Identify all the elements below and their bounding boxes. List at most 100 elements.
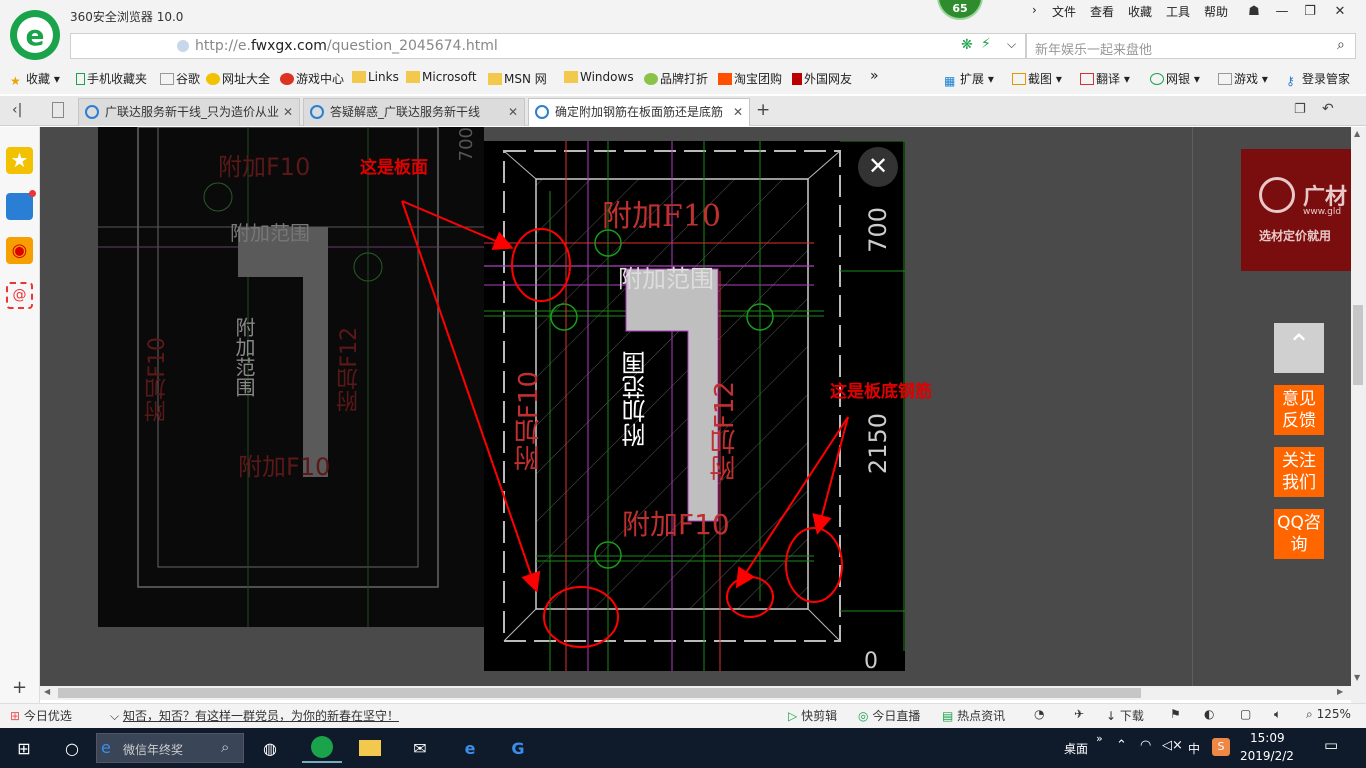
bookmark-mobile[interactable]: 手机收藏夹 <box>76 70 147 87</box>
vertical-scrollbar[interactable]: ▲ ▼ <box>1351 127 1366 706</box>
qq-consult-button[interactable]: QQ咨询 <box>1274 509 1324 559</box>
scroll-up-icon[interactable]: ▲ <box>1354 129 1360 138</box>
site-info-icon[interactable] <box>177 40 189 52</box>
menu-view[interactable]: 查看 <box>1090 3 1114 20</box>
more-bookmarks-icon[interactable]: » <box>870 68 879 84</box>
tab-gld-home[interactable]: 广联达服务新干线_只为造价从业 ✕ <box>78 98 300 126</box>
bookmark-hao[interactable]: 网址大全 <box>206 70 270 87</box>
taskbar-explorer-icon[interactable] <box>350 733 390 763</box>
address-dropdown-icon[interactable]: ⌵ <box>1007 37 1016 52</box>
taskbar-more-icon[interactable]: » <box>1096 732 1103 745</box>
bookmark-favorites[interactable]: ★ 收藏 ▾ <box>10 70 60 88</box>
status-flag-icon[interactable]: ⚑ <box>1170 707 1181 721</box>
horizontal-scroll-thumb[interactable] <box>58 688 1141 698</box>
bookmark-msn[interactable]: MSN 网 <box>488 70 547 87</box>
scroll-left-icon[interactable]: ◀ <box>44 687 50 696</box>
mobile-tab-icon[interactable] <box>52 102 64 118</box>
taskbar-360-browser-icon[interactable] <box>302 733 342 763</box>
maximize-button[interactable]: ❐ <box>1296 2 1324 22</box>
tool-translate[interactable]: 翻译 ▾ <box>1080 70 1130 87</box>
windows-start-icon[interactable]: ⊞ <box>4 733 44 763</box>
horizontal-scrollbar[interactable]: ◀ ▶ <box>40 686 1351 700</box>
news-icon[interactable] <box>6 190 36 220</box>
cortana-icon[interactable]: ○ <box>52 733 92 763</box>
menu-favorites[interactable]: 收藏 <box>1128 3 1152 20</box>
follow-us-button[interactable]: 关注我们 <box>1274 447 1324 497</box>
back-to-top-button[interactable]: ⌃ <box>1274 323 1324 373</box>
undo-close-icon[interactable]: ↶ <box>1322 101 1334 117</box>
tool-screenshot[interactable]: 截图 ▾ <box>1012 70 1062 87</box>
tool-bank[interactable]: 网银 ▾ <box>1150 70 1200 87</box>
status-ie-icon[interactable]: ◐ <box>1204 707 1214 721</box>
favorites-star-icon[interactable]: ★ <box>6 147 33 174</box>
menu-file[interactable]: 文件 <box>1052 3 1076 20</box>
sidebar-add-button[interactable]: + <box>12 677 27 698</box>
tool-games[interactable]: 游戏 ▾ <box>1218 70 1268 87</box>
minimize-button[interactable]: — <box>1268 2 1296 22</box>
status-live[interactable]: ◎ 今日直播 <box>858 707 920 724</box>
tray-network-icon[interactable]: ◠ <box>1140 738 1151 753</box>
tool-extensions[interactable]: ▦ 扩展 ▾ <box>944 70 994 88</box>
status-pin-icon[interactable]: ✈ <box>1074 707 1084 721</box>
mail-icon[interactable]: @ <box>6 282 33 309</box>
bookmark-microsoft[interactable]: Microsoft <box>406 70 477 84</box>
tool-manager[interactable]: ⚷ 登录管家 <box>1286 70 1350 88</box>
taskbar-search[interactable]: e 微信年终奖 ⌕ <box>96 733 244 763</box>
tab-close-icon[interactable]: ✕ <box>733 99 743 125</box>
bookmark-taobao[interactable]: 淘宝团购 <box>718 70 782 87</box>
restore-tab-icon[interactable]: ❐ <box>1294 102 1306 117</box>
speed-icon[interactable]: ⚡ <box>981 36 991 52</box>
weibo-icon[interactable]: ◉ <box>6 237 33 264</box>
status-speed-icon[interactable]: ◔ <box>1034 707 1044 721</box>
taskbar-app-swirl-icon[interactable]: ◍ <box>250 733 290 763</box>
tab-close-icon[interactable]: ✕ <box>508 99 518 125</box>
search-icon[interactable]: ⌕ <box>1337 37 1345 53</box>
bookmark-links[interactable]: Links <box>352 70 399 84</box>
close-window-button[interactable]: ✕ <box>1326 2 1354 22</box>
taskbar-desktop[interactable]: 桌面 <box>1064 740 1088 757</box>
bookmark-foreign[interactable]: 外国网友 <box>792 70 852 87</box>
bookmark-brand[interactable]: 品牌打折 <box>644 70 708 87</box>
status-hot-news[interactable]: ▤ 热点资讯 <box>942 707 1005 724</box>
tray-ime[interactable]: 中 <box>1188 740 1200 757</box>
scroll-down-icon[interactable]: ▼ <box>1354 673 1360 682</box>
menu-chevron-icon[interactable]: › <box>1032 3 1037 17</box>
browser-logo[interactable]: e <box>10 10 60 60</box>
new-tab-button[interactable]: + <box>756 100 770 120</box>
search-box[interactable]: 新年娱乐一起来盘他 ⌕ <box>1026 33 1356 59</box>
search-input[interactable]: 新年娱乐一起来盘他 <box>1035 39 1152 58</box>
tab-list-icon[interactable]: ‹| <box>12 102 22 118</box>
tray-volume-icon[interactable]: ◁× <box>1162 738 1183 753</box>
tab-qa[interactable]: 答疑解惑_广联达服务新干线 ✕ <box>303 98 525 126</box>
taskbar-edge-icon[interactable]: e <box>450 733 490 763</box>
skin-icon[interactable]: ☗ <box>1240 2 1268 22</box>
scroll-right-icon[interactable]: ▶ <box>1337 687 1343 696</box>
tray-date[interactable]: 2019/2/2 <box>1240 749 1294 763</box>
bookmark-google[interactable]: 谷歌 <box>160 70 200 87</box>
tab-current[interactable]: 确定附加钢筋在板面筋还是底筋 ✕ <box>528 98 750 126</box>
status-volume-icon[interactable]: 🔈︎ <box>1274 707 1281 722</box>
status-download[interactable]: ↓ 下载 <box>1106 707 1144 724</box>
status-window-icon[interactable]: ▢ <box>1240 707 1251 721</box>
tray-up-icon[interactable]: ⌃ <box>1116 738 1127 753</box>
tray-sogou-icon[interactable]: S <box>1212 738 1230 756</box>
notification-center-icon[interactable]: ▭ <box>1324 736 1338 754</box>
address-input[interactable]: http://e.fwxgx.com/question_2045674.html… <box>70 33 1026 59</box>
taskbar-search-input[interactable]: 微信年终奖 <box>123 741 183 758</box>
ad-banner[interactable]: 广材 www.gld 选材定价就用 <box>1241 149 1351 271</box>
menu-help[interactable]: 帮助 <box>1204 3 1228 20</box>
menu-tools[interactable]: 工具 <box>1166 3 1190 20</box>
today-picks[interactable]: ⊞ 今日优选 <box>10 707 72 724</box>
bookmark-games[interactable]: 游戏中心 <box>280 70 344 87</box>
zoom-control[interactable]: ⌕ 125% <box>1306 707 1351 722</box>
shield-icon[interactable]: ❋ <box>961 37 973 53</box>
news-ticker[interactable]: ⌵ 知否，知否？有这样一群党员，为你的新春在坚守！ <box>110 707 399 724</box>
tab-close-icon[interactable]: ✕ <box>283 99 293 125</box>
taskbar-mail-icon[interactable]: ✉ <box>400 733 440 763</box>
tray-time[interactable]: 15:09 <box>1250 731 1285 745</box>
bookmark-windows[interactable]: Windows <box>564 70 634 84</box>
status-clip[interactable]: ▷ 快剪辑 <box>788 707 837 724</box>
taskbar-glodon-icon[interactable]: G <box>498 733 538 763</box>
vertical-scroll-thumb[interactable] <box>1353 305 1363 385</box>
feedback-button[interactable]: 意见反馈 <box>1274 385 1324 435</box>
